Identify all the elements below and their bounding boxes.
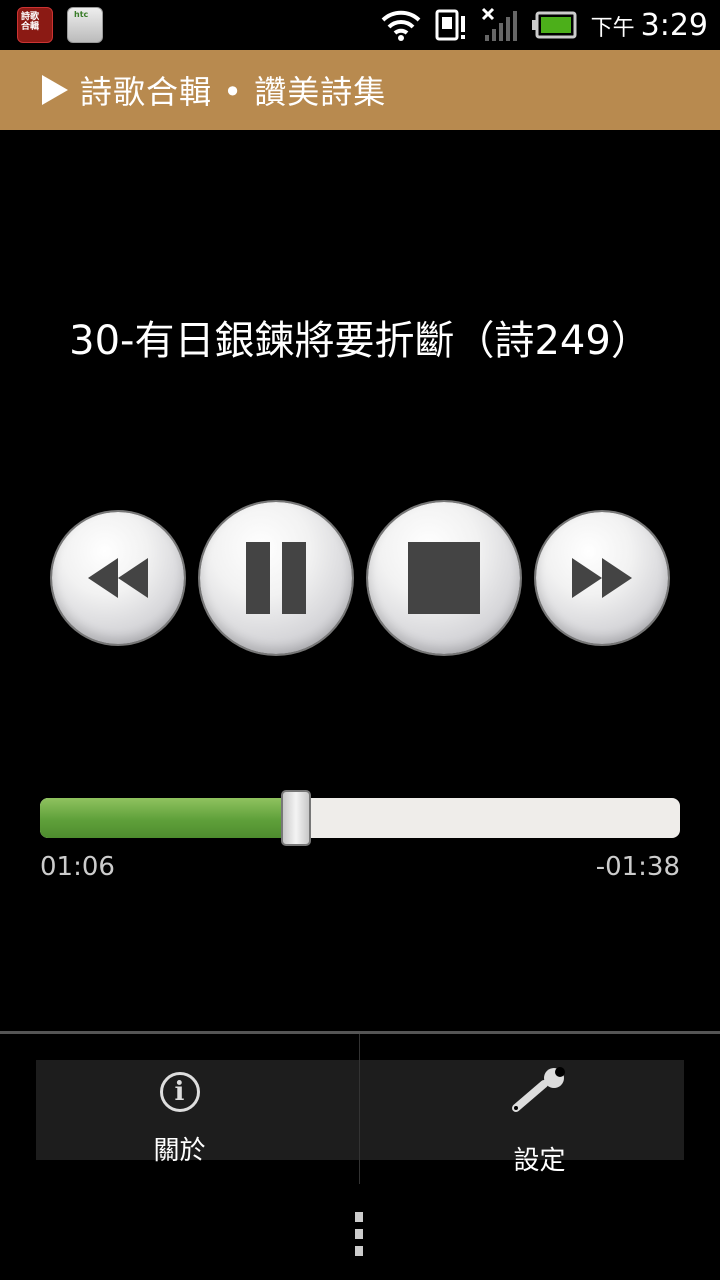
progress-slider[interactable]	[40, 790, 680, 846]
menu-item-label: 關於	[153, 1136, 206, 1166]
clock: 下午 3:29	[591, 8, 708, 43]
stop-button[interactable]	[368, 502, 520, 654]
play-icon	[42, 75, 68, 105]
playback-controls	[0, 500, 720, 660]
progress-thumb[interactable]	[281, 790, 311, 846]
page-title: 詩歌合輯 • 讚美詩集	[80, 73, 387, 111]
fast-forward-icon	[572, 558, 632, 598]
progress-fill	[40, 798, 296, 838]
title-bar: 詩歌合輯 • 讚美詩集	[0, 50, 720, 130]
wrench-icon	[511, 1067, 565, 1112]
song-title: 30-有日銀鍊將要折斷（詩249）	[69, 318, 651, 364]
menu-item-label: 設定	[513, 1146, 566, 1176]
options-menu: i 關於 設定	[0, 1034, 720, 1184]
signal-off-icon	[481, 7, 517, 41]
fast-forward-button[interactable]	[536, 512, 668, 644]
rewind-button[interactable]	[52, 512, 184, 644]
sim-icon	[435, 9, 465, 41]
pause-icon	[240, 542, 312, 614]
elapsed-time: 01:06	[40, 852, 115, 882]
stop-icon	[408, 542, 480, 614]
wifi-icon	[381, 10, 420, 41]
status-bar: 詩歌 合輯 htc 下午 3:29	[0, 0, 720, 50]
info-icon: i	[159, 1072, 200, 1112]
battery-icon	[531, 11, 577, 39]
remaining-time: -01:38	[595, 852, 680, 882]
clock-time: 3:29	[640, 7, 708, 43]
clock-ampm: 下午	[590, 15, 635, 41]
pause-button[interactable]	[200, 502, 352, 654]
menu-item-settings[interactable]: 設定	[360, 1034, 719, 1184]
menu-item-about[interactable]: i 關於	[0, 1034, 359, 1184]
overflow-menu-icon[interactable]	[355, 1212, 365, 1256]
rewind-icon	[88, 558, 148, 598]
hymn-app-icon: 詩歌 合輯	[17, 7, 53, 43]
htc-tool-icon: htc	[67, 7, 103, 43]
